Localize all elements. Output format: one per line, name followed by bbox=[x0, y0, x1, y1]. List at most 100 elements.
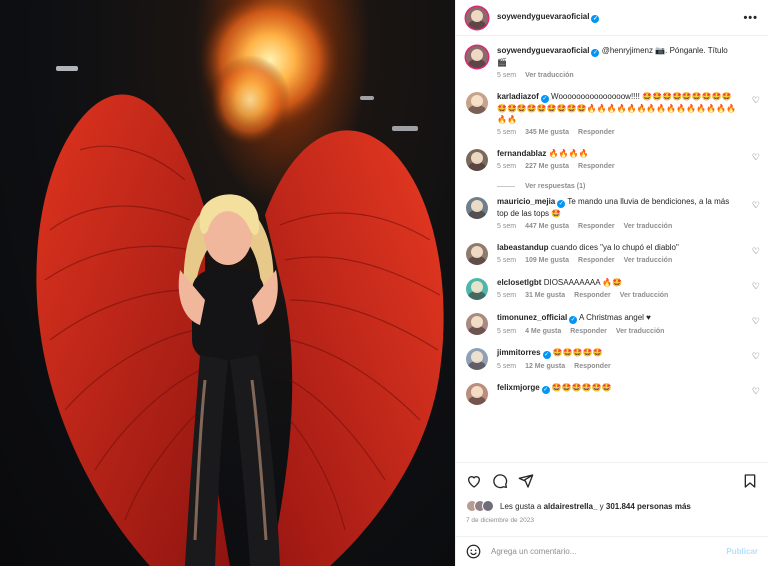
post-photo[interactable] bbox=[0, 0, 455, 566]
commenter-avatar[interactable] bbox=[466, 197, 488, 219]
caption-avatar[interactable] bbox=[466, 46, 488, 68]
commenter-avatar[interactable] bbox=[466, 313, 488, 335]
verified-icon: ✓ bbox=[541, 386, 550, 394]
comment-item: labeastandup cuando dices "ya lo chupó e… bbox=[456, 242, 768, 265]
heart-icon[interactable]: ♡ bbox=[752, 316, 760, 327]
caption-time[interactable]: 5 sem bbox=[497, 72, 516, 79]
comment-item: felixmjorge ✓ 🤩🤩🤩🤩🤩🤩 ♡ bbox=[456, 382, 768, 405]
emoji-icon[interactable] bbox=[466, 544, 481, 559]
comment-time[interactable]: 5 sem bbox=[497, 328, 516, 335]
comment-likes[interactable]: 4 Me gusta bbox=[525, 328, 561, 335]
reply-button[interactable]: Responder bbox=[578, 223, 615, 230]
comment-likes[interactable]: 447 Me gusta bbox=[525, 223, 569, 230]
commenter-avatar[interactable] bbox=[466, 149, 488, 171]
heart-icon[interactable]: ♡ bbox=[752, 386, 760, 397]
comment-likes[interactable]: 12 Me gusta bbox=[525, 363, 565, 370]
comment-username[interactable]: mauricio_mejia bbox=[497, 197, 555, 206]
comment-time[interactable]: 5 sem bbox=[497, 257, 516, 264]
post-header: soywendyguevaraoficial ✓ ••• bbox=[456, 0, 768, 36]
verified-icon: ✓ bbox=[569, 316, 578, 324]
likes-suffix[interactable]: personas más bbox=[637, 502, 691, 511]
verified-icon: ✓ bbox=[542, 351, 551, 359]
author-username[interactable]: soywendyguevaraoficial ✓ bbox=[497, 12, 600, 23]
heart-icon[interactable]: ♡ bbox=[752, 95, 760, 106]
comment-username[interactable]: karladiazof bbox=[497, 92, 539, 101]
heart-icon[interactable] bbox=[466, 473, 482, 489]
comment-text: A Christmas angel ♥ bbox=[579, 313, 651, 322]
heart-icon[interactable]: ♡ bbox=[752, 281, 760, 292]
reply-button[interactable]: Responder bbox=[574, 363, 611, 370]
reply-button[interactable]: Responder bbox=[570, 328, 607, 335]
comment-time[interactable]: 5 sem bbox=[497, 163, 516, 170]
comment-username[interactable]: jimmitorres bbox=[497, 348, 541, 357]
reply-button[interactable]: Responder bbox=[578, 129, 615, 136]
caption-username[interactable]: soywendyguevaraoficial bbox=[497, 46, 589, 55]
heart-icon[interactable]: ♡ bbox=[752, 200, 760, 211]
comment-username[interactable]: fernandablaz bbox=[497, 149, 546, 158]
comment-username[interactable]: timonunez_official bbox=[497, 313, 567, 322]
save-icon[interactable] bbox=[742, 473, 758, 489]
reply-button[interactable]: Responder bbox=[578, 257, 615, 264]
liker-avatar bbox=[482, 500, 494, 512]
comment-time[interactable]: 5 sem bbox=[497, 129, 516, 136]
author-avatar[interactable] bbox=[466, 6, 488, 29]
author-username-text[interactable]: soywendyguevaraoficial bbox=[497, 12, 589, 21]
comment-time[interactable]: 5 sem bbox=[497, 292, 516, 299]
share-icon[interactable] bbox=[518, 473, 534, 489]
likes-summary[interactable]: Les gusta a aldairestrella_ y 301.844 pe… bbox=[466, 500, 691, 512]
commenter-avatar[interactable] bbox=[466, 92, 488, 114]
reply-button[interactable]: Responder bbox=[578, 163, 615, 170]
comment-username[interactable]: felixmjorge bbox=[497, 383, 540, 392]
heart-icon[interactable]: ♡ bbox=[752, 246, 760, 257]
publish-button[interactable]: Publicar bbox=[726, 547, 758, 556]
comment-likes[interactable]: 227 Me gusta bbox=[525, 163, 569, 170]
comment-username[interactable]: elclosetlgbt bbox=[497, 278, 541, 287]
likes-middle: y bbox=[599, 501, 604, 511]
comment-translate[interactable]: Ver traducción bbox=[620, 292, 669, 299]
heart-icon[interactable]: ♡ bbox=[752, 152, 760, 163]
comments-list[interactable]: soywendyguevaraoficial ✓ @henryjimenz 📷. … bbox=[456, 37, 768, 463]
likes-prefix: Les gusta a bbox=[500, 501, 542, 511]
comment-text: 🤩🤩🤩🤩🤩🤩 bbox=[551, 383, 612, 392]
comment-item: elclosetlgbt DIOSAAAAAAA 🔥🤩 5 sem 31 Me gu… bbox=[456, 277, 768, 300]
comment-translate[interactable]: Ver traducción bbox=[624, 257, 673, 264]
commenter-avatar[interactable] bbox=[466, 348, 488, 370]
post-panel: soywendyguevaraoficial ✓ ••• soywendyguev… bbox=[455, 0, 768, 566]
caption-translate[interactable]: Ver traducción bbox=[525, 72, 574, 79]
verified-icon: ✓ bbox=[540, 95, 549, 103]
comment-text: 🔥🔥🔥🔥 bbox=[548, 149, 589, 158]
commenter-avatar[interactable] bbox=[466, 243, 488, 265]
comment-container: karladiazof ✓ Wooooooooooooooow!!!! 🤩🤩🤩🤩🤩… bbox=[456, 91, 768, 417]
verified-icon: ✓ bbox=[591, 15, 600, 23]
verified-icon: ✓ bbox=[591, 49, 600, 57]
comment-item: mauricio_mejia ✓ Te mando una lluvia de b… bbox=[456, 196, 768, 230]
comment-translate[interactable]: Ver traducción bbox=[616, 328, 665, 335]
comment-likes[interactable]: 345 Me gusta bbox=[525, 129, 569, 136]
comment-item: karladiazof ✓ Wooooooooooooooow!!!! 🤩🤩🤩🤩🤩… bbox=[456, 91, 768, 136]
comment-likes[interactable]: 109 Me gusta bbox=[525, 257, 569, 264]
comment-item: fernandablaz 🔥🔥🔥🔥 5 sem 227 Me gusta Respon… bbox=[456, 148, 768, 171]
post-date[interactable]: 7 de diciembre de 2023 bbox=[466, 517, 534, 524]
comment-text: cuando dices "ya lo chupó el diablo" bbox=[550, 243, 679, 252]
likes-count[interactable]: 301.844 bbox=[606, 502, 635, 511]
comment-likes[interactable]: 31 Me gusta bbox=[525, 292, 565, 299]
comment-time[interactable]: 5 sem bbox=[497, 363, 516, 370]
post-viewer: soywendyguevaraoficial ✓ ••• soywendyguev… bbox=[0, 0, 768, 566]
action-bar bbox=[466, 470, 758, 492]
heart-icon[interactable]: ♡ bbox=[752, 351, 760, 362]
likes-user[interactable]: aldairestrella_ bbox=[544, 502, 598, 511]
comment-time[interactable]: 5 sem bbox=[497, 223, 516, 230]
commenter-avatar[interactable] bbox=[466, 383, 488, 405]
post-image bbox=[36, 0, 444, 566]
comment-input[interactable] bbox=[491, 547, 727, 556]
more-icon[interactable]: ••• bbox=[743, 12, 758, 24]
commenter-avatar[interactable] bbox=[466, 278, 488, 300]
caption: soywendyguevaraoficial ✓ @henryjimenz 📷. … bbox=[456, 45, 768, 79]
view-replies-button[interactable]: Ver respuestas (1) bbox=[456, 183, 768, 190]
comment-username[interactable]: labeastandup bbox=[497, 243, 549, 252]
comment-icon[interactable] bbox=[492, 473, 508, 489]
comment-text: 🤩🤩🤩🤩🤩 bbox=[552, 348, 603, 357]
reply-button[interactable]: Responder bbox=[574, 292, 611, 299]
comment-translate[interactable]: Ver traducción bbox=[624, 223, 673, 230]
comment-text: DIOSAAAAAAA 🔥🤩 bbox=[543, 278, 623, 287]
